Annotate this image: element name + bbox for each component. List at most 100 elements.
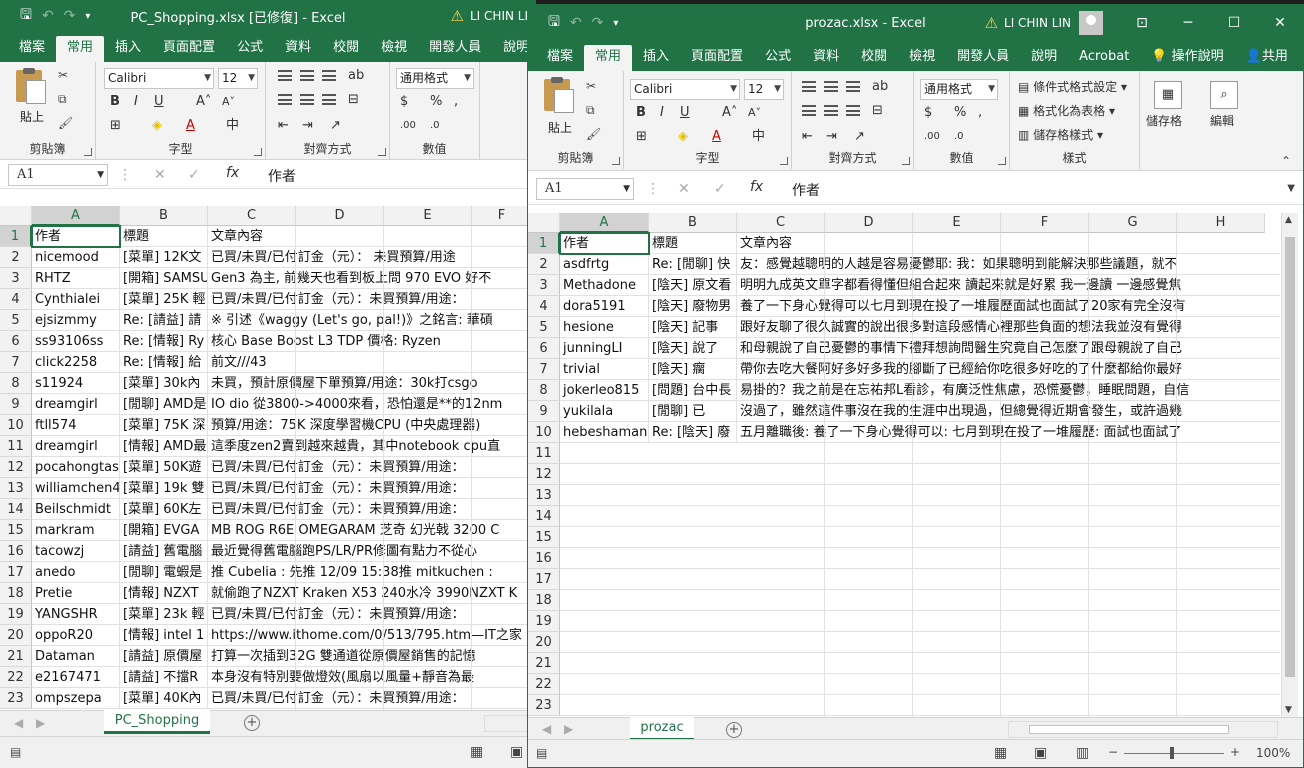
- text-direction-icon[interactable]: ↗: [330, 118, 341, 134]
- select-all-corner[interactable]: [0, 206, 32, 226]
- font-size-select[interactable]: 12 ▼: [744, 79, 784, 100]
- cell-content[interactable]: 養了一下身心覺得可以七月到現在投了一堆履歷面試也面試了20家有完全沒有: [737, 296, 1265, 317]
- text-direction-icon[interactable]: ↗: [854, 129, 865, 145]
- cell-author[interactable]: dreamgirl: [32, 436, 120, 457]
- cell-author[interactable]: e2167471: [32, 667, 120, 688]
- cell-author[interactable]: nicemood: [32, 247, 120, 268]
- confirm-formula-icon[interactable]: ✓: [714, 181, 726, 197]
- cell-title[interactable]: [菜單] 19k 雙: [120, 478, 208, 499]
- cell-author[interactable]: jokerleo815: [560, 380, 649, 401]
- cell-author[interactable]: oppoR20: [32, 625, 120, 646]
- underline-icon[interactable]: U: [154, 94, 164, 110]
- column-header-b[interactable]: B: [649, 213, 737, 233]
- sheet-next-icon[interactable]: ▶: [36, 716, 45, 730]
- row-header[interactable]: 1: [528, 233, 560, 254]
- cell-author[interactable]: asdfrtg: [560, 254, 649, 275]
- cell-content[interactable]: 已買/未買/已付訂金（元）：未買預算/用途：: [208, 478, 528, 499]
- row-header[interactable]: 19: [528, 611, 560, 632]
- formula-value[interactable]: 作者: [268, 166, 296, 186]
- zoom-in-icon[interactable]: +: [1230, 745, 1240, 759]
- row-header[interactable]: 23: [528, 695, 560, 716]
- cell-content[interactable]: 最近覺得舊電腦跑PS/LR/PR修圖有點力不從心: [208, 541, 528, 562]
- increase-indent-icon[interactable]: ⇥: [826, 129, 837, 145]
- align-bottom-icon[interactable]: [322, 70, 336, 81]
- tab-review[interactable]: 校閱: [322, 36, 370, 62]
- comma-icon[interactable]: ,: [978, 105, 982, 121]
- customize-qat-icon[interactable]: ▾: [613, 18, 618, 29]
- cell-content[interactable]: Gen3 為主, 前幾天也看到板上問 970 EVO 好不: [208, 268, 528, 289]
- cell-author[interactable]: Dataman: [32, 646, 120, 667]
- cell-author[interactable]: Cynthialei: [32, 289, 120, 310]
- cancel-formula-icon[interactable]: ✕: [154, 167, 166, 183]
- tab-view[interactable]: 檢視: [370, 36, 418, 62]
- column-header-e[interactable]: E: [384, 206, 472, 226]
- row-header[interactable]: 8: [0, 373, 32, 394]
- alignment-launcher-icon[interactable]: [378, 148, 386, 156]
- format-painter-icon[interactable]: 🖌: [58, 116, 73, 130]
- tab-file[interactable]: 檔案: [8, 36, 56, 62]
- cell-content[interactable]: 打算一次插到32G 雙通道從原價屋銷售的記憶: [208, 646, 528, 667]
- cell-title[interactable]: [閒聊] 電蝦是: [120, 562, 208, 583]
- tab-view[interactable]: 檢視: [898, 45, 946, 71]
- undo-icon[interactable]: ↶: [570, 15, 582, 31]
- row-header[interactable]: 18: [528, 590, 560, 611]
- page-break-view-icon[interactable]: ▥: [1076, 745, 1089, 761]
- bold-icon[interactable]: B: [110, 94, 120, 110]
- cell-content[interactable]: 和母親說了自己憂鬱的事情下禮拜想詢問醫生究竟自己怎麼了跟母親說了自己: [737, 338, 1265, 359]
- format-as-table-button[interactable]: ▦ 格式化為表格 ▾: [1018, 103, 1115, 119]
- currency-icon[interactable]: $: [400, 94, 408, 110]
- tab-home[interactable]: 常用: [584, 45, 633, 71]
- column-header-e[interactable]: E: [913, 213, 1001, 233]
- cell-author[interactable]: dreamgirl: [32, 394, 120, 415]
- align-middle-icon[interactable]: [824, 81, 838, 92]
- insert-function-icon[interactable]: fx: [226, 165, 239, 181]
- column-header-c[interactable]: C: [737, 213, 825, 233]
- cell-author[interactable]: trivial: [560, 359, 649, 380]
- cell-content[interactable]: 已買/未買/已付訂金（元）： 未買預算/用途: [208, 247, 528, 268]
- increase-decimal-icon[interactable]: .00: [400, 118, 416, 134]
- cell-author[interactable]: hesione: [560, 317, 649, 338]
- insert-function-icon[interactable]: fx: [750, 179, 763, 195]
- font-color-icon[interactable]: A: [186, 118, 195, 134]
- cell-author[interactable]: junningLI: [560, 338, 649, 359]
- redo-icon[interactable]: ↷: [592, 15, 604, 31]
- cell-title[interactable]: [問題] 台中長: [649, 380, 737, 401]
- row-header[interactable]: 6: [0, 331, 32, 352]
- sheet-next-icon[interactable]: ▶: [564, 722, 573, 736]
- save-icon[interactable]: 🖫: [20, 4, 32, 28]
- cell-author[interactable]: ftll574: [32, 415, 120, 436]
- number-format-select[interactable]: 通用格式 ▼: [396, 68, 474, 89]
- row-header[interactable]: 10: [0, 415, 32, 436]
- row-header[interactable]: 6: [528, 338, 560, 359]
- cell-content[interactable]: IO dio 從3800->4000來看，恐怕還是**的12nm: [208, 394, 528, 415]
- zoom-slider[interactable]: [1124, 753, 1224, 754]
- tab-insert[interactable]: 插入: [632, 45, 680, 71]
- share-button[interactable]: 👤共用: [1235, 45, 1299, 71]
- customize-qat-icon[interactable]: ▾: [85, 11, 90, 22]
- confirm-formula-icon[interactable]: ✓: [188, 167, 200, 183]
- cell-author[interactable]: ss93106ss: [32, 331, 120, 352]
- column-header-h[interactable]: H: [1177, 213, 1265, 233]
- tab-help[interactable]: 說明: [1020, 45, 1068, 71]
- cell-author[interactable]: pocahongtas: [32, 457, 120, 478]
- normal-view-icon[interactable]: ▦: [994, 745, 1007, 761]
- cell-title[interactable]: [情報] intel 1: [120, 625, 208, 646]
- wrap-text-icon[interactable]: ⊟: [348, 92, 359, 108]
- close-button[interactable]: ✕: [1257, 7, 1303, 39]
- shrink-font-icon[interactable]: A˅: [222, 94, 235, 110]
- align-bottom-icon[interactable]: [846, 81, 860, 92]
- macro-record-icon[interactable]: ▤: [10, 745, 21, 759]
- sheet-prev-icon[interactable]: ◀: [14, 716, 23, 730]
- cell-content[interactable]: 文章內容: [737, 233, 1265, 254]
- tell-me-search[interactable]: 💡 操作說明: [1140, 45, 1234, 71]
- alignment-launcher-icon[interactable]: [902, 157, 910, 165]
- cancel-formula-icon[interactable]: ✕: [678, 181, 690, 197]
- tab-acrobat[interactable]: Acrobat: [1068, 45, 1140, 71]
- tab-review[interactable]: 校閱: [850, 45, 898, 71]
- row-header[interactable]: 7: [528, 359, 560, 380]
- row-header[interactable]: 12: [0, 457, 32, 478]
- cell-content[interactable]: 沒過了，雖然這件事沒在我的生涯中出現過，但總覺得近期會發生，或許過幾: [737, 401, 1265, 422]
- cell-title[interactable]: [菜單] 75K 深: [120, 415, 208, 436]
- undo-icon[interactable]: ↶: [42, 8, 54, 24]
- row-header[interactable]: 13: [0, 478, 32, 499]
